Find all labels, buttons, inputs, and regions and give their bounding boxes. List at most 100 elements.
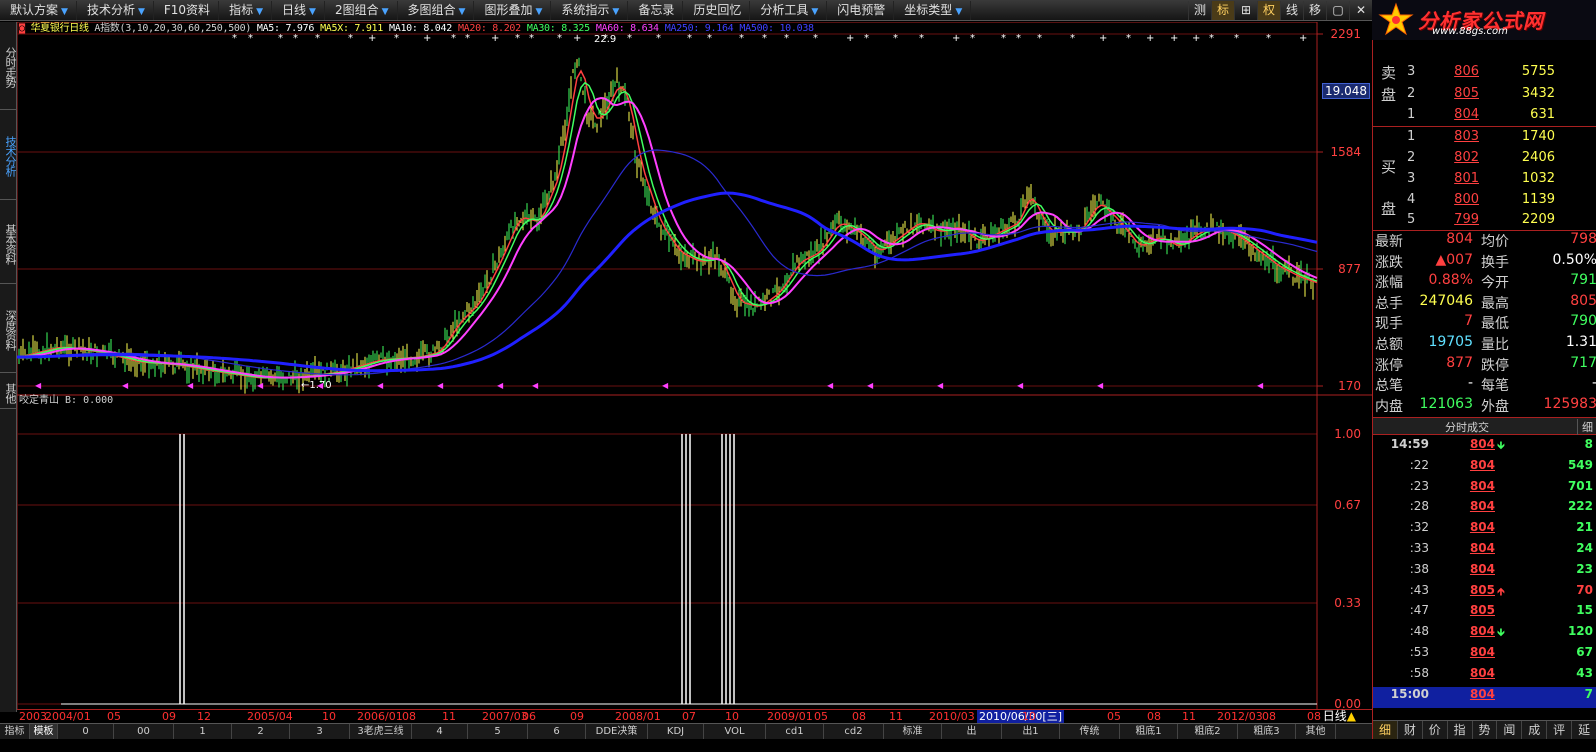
tick-volume: 7 (1584, 686, 1593, 701)
indicator-tab-19[interactable]: 传统 (1060, 724, 1120, 739)
ask-price[interactable]: 805 (1433, 86, 1479, 101)
panel-tab-3[interactable]: 指 (1448, 721, 1473, 739)
ask-volume: 631 (1530, 107, 1555, 122)
indicator-tab-23[interactable]: 其他 (1296, 724, 1336, 739)
toolbar-button-7[interactable]: ✕ (1349, 1, 1372, 20)
ask-side-label: 盘 (1381, 86, 1397, 104)
menu-item-7[interactable]: 图形叠加 ▼ (474, 0, 552, 20)
menu-item-12[interactable]: 闪电预警 (827, 0, 895, 20)
indicator-tab-4[interactable]: 1 (174, 724, 232, 739)
indicator-tab-13[interactable]: VOL (704, 724, 766, 739)
bid-price[interactable]: 799 (1433, 212, 1479, 227)
close-chart-icon[interactable]: ◙ (19, 23, 25, 34)
tick-row[interactable]: :43 805 🡹 70 (1373, 583, 1596, 604)
indicator-tab-11[interactable]: DDE决策 (586, 724, 648, 739)
indicator-tab-5[interactable]: 2 (232, 724, 290, 739)
indicator-tab-9[interactable]: 5 (468, 724, 528, 739)
date-tick-label: 2010/03 (929, 710, 975, 723)
tick-row[interactable]: :33 804 24 (1373, 541, 1596, 562)
panel-tab-0[interactable]: 细 (1373, 721, 1398, 739)
period-label[interactable]: 日线▲ (1323, 710, 1356, 723)
bid-price[interactable]: 800 (1433, 192, 1479, 207)
toolbar-button-6[interactable]: ▢ (1326, 1, 1349, 20)
tick-row[interactable]: :38 804 23 (1373, 562, 1596, 583)
indicator-tab-12[interactable]: KDJ (648, 724, 704, 739)
menu-item-1[interactable]: 技术分析 ▼ (77, 0, 154, 20)
quote-label: 每笔 (1481, 378, 1509, 395)
date-tick-label: 2006/01 (357, 710, 403, 723)
menu-item-13[interactable]: 坐标类型 ▼ (894, 0, 972, 20)
indicator-tab-15[interactable]: cd2 (824, 724, 884, 739)
tick-row[interactable]: :23 804 701 (1373, 479, 1596, 500)
panel-tab-2[interactable]: 价 (1423, 721, 1448, 739)
indicator-tab-22[interactable]: 粗底3 (1238, 724, 1296, 739)
ask-price[interactable]: 806 (1433, 64, 1479, 79)
tick-row[interactable]: :58 804 43 (1373, 666, 1596, 687)
menu-item-4[interactable]: 日线 ▼ (272, 0, 325, 20)
left-tab-4[interactable]: 其他 (0, 377, 17, 409)
left-tab-2[interactable]: 基本资料 (0, 204, 17, 284)
tick-row[interactable]: :32 804 21 (1373, 520, 1596, 541)
marker-triangle-icon: ◀ (1257, 381, 1264, 390)
ask-level: 1 (1407, 107, 1416, 122)
panel-tab-4[interactable]: 势 (1473, 721, 1498, 739)
tick-row[interactable]: 15:00 804 7 (1373, 686, 1596, 708)
menu-item-11[interactable]: 分析工具 ▼ (750, 0, 828, 20)
panel-tab-1[interactable]: 财 (1398, 721, 1423, 739)
menu-item-8[interactable]: 系统指示 ▼ (551, 0, 629, 20)
bid-price[interactable]: 803 (1433, 129, 1479, 144)
tick-row[interactable]: :53 804 67 (1373, 645, 1596, 666)
orderbook-divider (1373, 126, 1596, 127)
menu-item-6[interactable]: 多图组合 ▼ (398, 0, 475, 20)
menu-item-10[interactable]: 历史回忆 (683, 0, 751, 20)
toolbar-button-5[interactable]: 移 (1303, 1, 1326, 20)
toolbar-button-3[interactable]: 权 (1257, 1, 1280, 20)
indicator-tab-21[interactable]: 粗底2 (1178, 724, 1238, 739)
indicator-tab-2[interactable]: 0 (58, 724, 114, 739)
toolbar-button-2[interactable]: ⊞ (1234, 1, 1257, 20)
tick-row[interactable]: :28 804 222 (1373, 499, 1596, 520)
tick-row[interactable]: :47 805 15 (1373, 603, 1596, 624)
tick-row[interactable]: :22 804 549 (1373, 458, 1596, 479)
indicator-tab-0[interactable]: 指标 (0, 724, 30, 739)
indicator-tab-7[interactable]: 3老虎三线 (350, 724, 412, 739)
tick-row[interactable]: 14:59 804 🡻 8 (1373, 437, 1596, 458)
toolbar-button-1[interactable]: 标 (1211, 1, 1234, 20)
bid-price[interactable]: 801 (1433, 171, 1479, 186)
indicator-tab-1[interactable]: 模板 (30, 724, 58, 739)
indicator-tab-14[interactable]: cd1 (766, 724, 824, 739)
dropdown-arrow-icon: ▼ (535, 6, 543, 17)
left-tab-0[interactable]: 分时走势 (0, 24, 17, 110)
menu-item-3[interactable]: 指标 ▼ (219, 0, 272, 20)
quote-label: 均价 (1481, 234, 1509, 250)
bid-price[interactable]: 802 (1433, 150, 1479, 165)
indicator-tab-10[interactable]: 6 (528, 724, 586, 739)
indicator-tab-6[interactable]: 3 (290, 724, 350, 739)
tick-price: 804 (1469, 478, 1495, 493)
toolbar-button-4[interactable]: 线 (1280, 1, 1303, 20)
panel-tab-6[interactable]: 成 (1522, 721, 1548, 739)
indicator-tab-16[interactable]: 标准 (884, 724, 942, 739)
indicator-tab-17[interactable]: 出 (942, 724, 1002, 739)
indicator-tab-8[interactable]: 4 (412, 724, 468, 739)
panel-tab-5[interactable]: 闻 (1497, 721, 1523, 739)
indicator-tab-18[interactable]: 出1 (1002, 724, 1060, 739)
ask-price[interactable]: 804 (1433, 107, 1479, 122)
menu-item-5[interactable]: 2图组合 ▼ (325, 0, 398, 20)
indicator-tab-20[interactable]: 粗底1 (1120, 724, 1178, 739)
ticks-detail-button[interactable]: 细 (1577, 419, 1593, 435)
indicator-tab-3[interactable]: 00 (114, 724, 174, 739)
left-tab-3[interactable]: 深度资料 (0, 287, 17, 373)
menu-item-9[interactable]: 备忘录 (628, 0, 684, 20)
panel-tab-7[interactable]: 评 (1547, 721, 1573, 739)
left-tab-1[interactable]: 技术分析 (0, 112, 17, 200)
price-chart[interactable]: 229115848771701.000.670.330.0022.9←1.70*… (17, 22, 1372, 712)
panel-tab-8[interactable]: 延 (1572, 721, 1596, 739)
date-axis: 2010/06/30[三] 日线▲ 2003 2004/01 05 09 12 2005/… (17, 709, 1372, 723)
tick-row[interactable]: :48 804 🡻 120 (1373, 624, 1596, 645)
tick-volume: 23 (1576, 561, 1593, 576)
menu-item-0[interactable]: 默认方案 ▼ (0, 0, 77, 20)
chart-area[interactable]: 2291 1584 877 170 1.00 0.67 0.33 0.00 22.9 ←1.70 *… (17, 22, 1372, 712)
toolbar-button-0[interactable]: 测 (1188, 1, 1211, 20)
menu-item-2[interactable]: F10资料 (154, 0, 220, 20)
